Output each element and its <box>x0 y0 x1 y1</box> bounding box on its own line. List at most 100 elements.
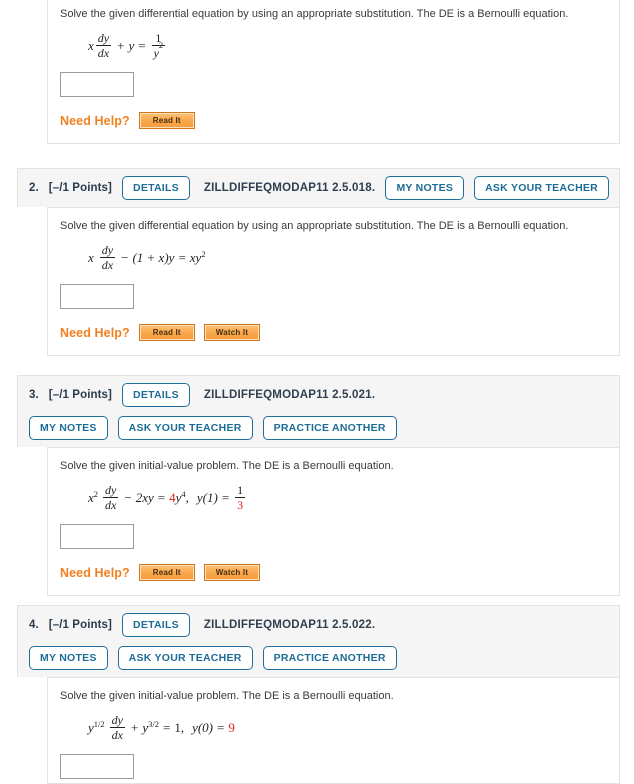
question-number-2: 2. <box>29 182 39 194</box>
question-card-2: 2. [–/1 Points] DETAILS ZILLDIFFEQMODAP1… <box>17 168 620 356</box>
need-help-label-2: Need Help? <box>60 325 130 340</box>
eq3-derivative: dy dx <box>103 483 119 512</box>
answer-input-2[interactable] <box>60 284 134 309</box>
eq3-term: 2xy <box>135 490 154 505</box>
eq2-rhs: xy <box>189 250 202 265</box>
practice-another-button-4[interactable]: PRACTICE ANOTHER <box>262 646 397 670</box>
answer-input-4[interactable] <box>60 754 134 779</box>
eq2-dx: dx <box>99 257 116 272</box>
eq2-x: x <box>88 250 94 265</box>
practice-another-button-3[interactable]: PRACTICE ANOTHER <box>262 416 397 440</box>
details-button-4[interactable]: DETAILS <box>121 613 190 637</box>
read-it-button-3[interactable]: Read It <box>138 564 195 581</box>
eq2-minus: − <box>121 250 129 265</box>
eq2-dy: dy <box>101 243 114 257</box>
eq1-dy: dy <box>97 31 110 45</box>
eq4-plus: + <box>130 720 139 735</box>
question-header-actions-3: MY NOTES ASK YOUR TEACHER PRACTICE ANOTH… <box>29 416 609 440</box>
answer-input-1[interactable] <box>60 72 134 97</box>
eq2-equals: = <box>178 250 186 265</box>
question-points-4: [–/1 Points] <box>48 619 112 631</box>
question-header-4: 4. [–/1 Points] DETAILS ZILLDIFFEQMODAP1… <box>17 605 620 677</box>
assignment-page: Solve the given differential equation by… <box>0 0 634 784</box>
details-button-3[interactable]: DETAILS <box>121 383 190 407</box>
question-prompt-2: Solve the given differential equation by… <box>60 220 569 232</box>
ask-your-teacher-button-2[interactable]: ASK YOUR TEACHER <box>474 176 609 200</box>
eq3-numerator: 1 <box>237 483 244 497</box>
my-notes-button-2[interactable]: MY NOTES <box>385 176 465 200</box>
question-number-3: 3. <box>29 389 39 401</box>
question-header-main-4: 4. [–/1 Points] DETAILS ZILLDIFFEQMODAP1… <box>29 613 609 637</box>
need-help-row-2: Need Help? Read It Watch It <box>60 324 607 341</box>
read-it-button-2[interactable]: Read It <box>138 324 195 341</box>
question-header-2: 2. [–/1 Points] DETAILS ZILLDIFFEQMODAP1… <box>17 168 620 207</box>
eq3-equals2: = <box>221 490 230 505</box>
eq1-x: x <box>88 38 94 53</box>
question-card-3: 3. [–/1 Points] DETAILS ZILLDIFFEQMODAP1… <box>17 375 620 596</box>
need-help-row-1: Need Help? Read It <box>60 112 607 129</box>
eq3-denominator: 3 <box>235 497 246 512</box>
question-code-2: ZILLDIFFEQMODAP11 2.5.018. <box>203 182 376 194</box>
equation-3: x2 dy dx − 2xy = 4y4 , y(1) = 1 3 <box>88 483 246 512</box>
question-prompt-4: Solve the given initial-value problem. T… <box>60 690 394 702</box>
eq4-derivative: dy dx <box>109 713 125 742</box>
my-notes-button-4[interactable]: MY NOTES <box>29 646 108 670</box>
eq4-initial-value: 9 <box>228 720 235 735</box>
question-header-3: 3. [–/1 Points] DETAILS ZILLDIFFEQMODAP1… <box>17 375 620 447</box>
question-header-actions-4: MY NOTES ASK YOUR TEACHER PRACTICE ANOTH… <box>29 646 609 670</box>
eq1-exponent: 2 <box>158 40 164 50</box>
my-notes-button-3[interactable]: MY NOTES <box>29 416 108 440</box>
eq4-equals2: = <box>217 720 225 735</box>
eq3-equals: = <box>157 490 166 505</box>
question-card-4: 4. [–/1 Points] DETAILS ZILLDIFFEQMODAP1… <box>17 605 620 784</box>
question-card-1: Solve the given differential equation by… <box>17 0 620 144</box>
read-it-button-1[interactable]: Read It <box>138 112 195 129</box>
need-help-row-3: Need Help? Read It Watch It <box>60 564 607 581</box>
question-body-2: Solve the given differential equation by… <box>47 207 620 356</box>
eq3-minus: − <box>124 490 132 505</box>
answer-input-3[interactable] <box>60 524 134 549</box>
question-prompt-3: Solve the given initial-value problem. T… <box>60 460 394 472</box>
question-points-3: [–/1 Points] <box>48 389 112 401</box>
need-help-label-1: Need Help? <box>60 113 130 128</box>
question-code-4: ZILLDIFFEQMODAP11 2.5.022. <box>203 619 376 631</box>
question-body-4: Solve the given initial-value problem. T… <box>47 677 620 784</box>
question-body-1: Solve the given differential equation by… <box>47 0 620 144</box>
watch-it-button-2[interactable]: Watch It <box>203 324 261 341</box>
question-number-4: 4. <box>29 619 39 631</box>
eq1-plus: + <box>117 38 125 53</box>
equation-1: x dy dx + y = 1 y2 <box>88 32 607 59</box>
eq4-comma: , <box>180 720 185 735</box>
eq1-dx: dx <box>95 45 112 60</box>
eq3-initial-condition: y(1) <box>196 490 218 505</box>
eq3-dx: dx <box>103 497 119 512</box>
eq1-equals: = <box>138 38 146 53</box>
eq3-x: x <box>88 490 94 505</box>
eq2-group: (1 + x)y <box>132 250 175 265</box>
eq3-comma: , <box>185 490 189 505</box>
equation-2: x dy dx − (1 + x)y = xy 2 <box>88 243 206 272</box>
eq3-initial-value-fraction: 1 3 <box>235 483 246 512</box>
eq1-derivative: dy dx <box>95 31 112 60</box>
eq1-y: y <box>128 38 135 53</box>
question-prompt-1: Solve the given differential equation by… <box>60 8 569 20</box>
question-header-actions-2: MY NOTES ASK YOUR TEACHER <box>385 176 609 200</box>
eq4-initial-condition: y(0) <box>192 720 214 735</box>
equation-4: y 1/2 dy dx + y 3/2 = 1 , y(0) = 9 <box>88 713 235 742</box>
ask-your-teacher-button-4[interactable]: ASK YOUR TEACHER <box>117 646 253 670</box>
question-points-2: [–/1 Points] <box>48 182 112 194</box>
eq3-dy: dy <box>105 483 117 497</box>
ask-your-teacher-button-3[interactable]: ASK YOUR TEACHER <box>117 416 253 440</box>
eq2-derivative: dy dx <box>99 243 116 272</box>
question-body-3: Solve the given initial-value problem. T… <box>47 447 620 596</box>
question-header-main-3: 3. [–/1 Points] DETAILS ZILLDIFFEQMODAP1… <box>29 383 609 407</box>
question-header-main-2: 2. [–/1 Points] DETAILS ZILLDIFFEQMODAP1… <box>29 176 375 200</box>
watch-it-button-3[interactable]: Watch It <box>203 564 261 581</box>
eq4-y: y <box>88 720 94 735</box>
eq4-dy: dy <box>111 713 123 727</box>
need-help-label-3: Need Help? <box>60 565 130 580</box>
eq1-rhs-fraction: 1 y2 <box>151 32 166 59</box>
eq4-equals: = <box>162 720 171 735</box>
eq4-dx: dx <box>109 727 125 742</box>
details-button-2[interactable]: DETAILS <box>121 176 190 200</box>
